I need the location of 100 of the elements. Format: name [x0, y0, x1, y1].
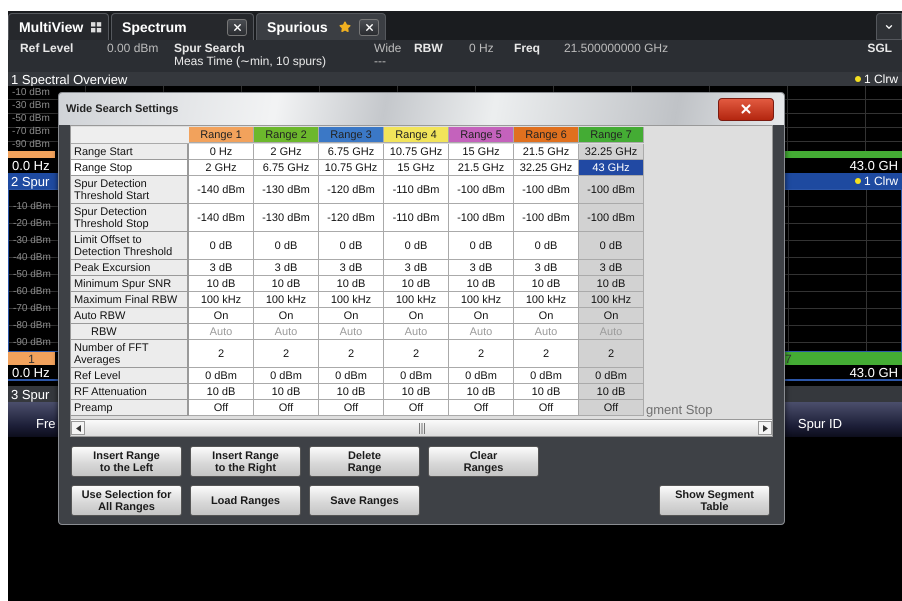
- table-cell[interactable]: -100 dBm: [579, 176, 644, 204]
- table-cell[interactable]: 100 kHz: [579, 292, 644, 308]
- table-cell[interactable]: -140 dBm: [189, 204, 254, 232]
- table-cell[interactable]: On: [514, 308, 579, 324]
- table-cell[interactable]: 3 dB: [254, 260, 319, 276]
- table-cell[interactable]: 10 dB: [384, 276, 449, 292]
- grip-icon[interactable]: [418, 422, 424, 434]
- table-cell[interactable]: 10 dB: [579, 384, 644, 400]
- column-header[interactable]: Range 7: [579, 127, 644, 143]
- table-cell[interactable]: 21.5 GHz: [514, 144, 579, 160]
- table-cell[interactable]: 2: [384, 340, 449, 368]
- table-cell[interactable]: 10 dB: [579, 276, 644, 292]
- close-button[interactable]: [718, 98, 774, 120]
- table-cell[interactable]: 10 dB: [514, 384, 579, 400]
- table-cell[interactable]: 3 dB: [319, 260, 384, 276]
- table-cell[interactable]: On: [384, 308, 449, 324]
- table-cell[interactable]: -120 dBm: [319, 176, 384, 204]
- dialog-button[interactable]: Load Ranges: [190, 485, 301, 516]
- table-cell[interactable]: 2 GHz: [189, 160, 254, 176]
- table-cell[interactable]: 0 dBm: [579, 368, 644, 384]
- dialog-button[interactable]: Insert Range to the Right: [190, 446, 301, 477]
- table-cell[interactable]: 10 dB: [514, 276, 579, 292]
- table-cell[interactable]: -120 dBm: [319, 204, 384, 232]
- table-cell[interactable]: 2: [514, 340, 579, 368]
- tab[interactable]: MultiView: [8, 13, 109, 40]
- table-cell[interactable]: 0 dB: [514, 232, 579, 260]
- dialog-button[interactable]: Clear Ranges: [428, 446, 539, 477]
- table-cell[interactable]: 10 dB: [449, 276, 514, 292]
- dialog-button[interactable]: Show Segment Table: [659, 485, 770, 516]
- table-cell[interactable]: 10 dB: [254, 276, 319, 292]
- tab[interactable]: Spectrum: [111, 13, 254, 40]
- table-cell[interactable]: 100 kHz: [384, 292, 449, 308]
- table-cell[interactable]: 0 dB: [579, 232, 644, 260]
- table-cell[interactable]: Off: [384, 400, 449, 416]
- table-cell[interactable]: 0 dBm: [384, 368, 449, 384]
- table-cell[interactable]: On: [579, 308, 644, 324]
- table-cell[interactable]: 2: [254, 340, 319, 368]
- table-cell[interactable]: On: [254, 308, 319, 324]
- table-cell[interactable]: 0 dB: [189, 232, 254, 260]
- table-cell[interactable]: 100 kHz: [449, 292, 514, 308]
- table-cell[interactable]: 15 GHz: [449, 144, 514, 160]
- table-cell[interactable]: 32.25 GHz: [579, 144, 644, 160]
- close-button[interactable]: [227, 18, 247, 36]
- column-header[interactable]: Range 2: [254, 127, 319, 143]
- table-cell[interactable]: On: [189, 308, 254, 324]
- scroll-right-button[interactable]: [758, 421, 772, 435]
- table-cell[interactable]: 2: [189, 340, 254, 368]
- table-cell[interactable]: 100 kHz: [514, 292, 579, 308]
- table-cell[interactable]: 0 dB: [384, 232, 449, 260]
- table-cell[interactable]: 15 GHz: [384, 160, 449, 176]
- close-button[interactable]: [359, 18, 379, 36]
- table-cell[interactable]: Off: [579, 400, 644, 416]
- table-cell[interactable]: -100 dBm: [514, 176, 579, 204]
- dialog-button[interactable]: Delete Range: [309, 446, 420, 477]
- table-cell[interactable]: 2: [579, 340, 644, 368]
- table-cell[interactable]: 10 dB: [449, 384, 514, 400]
- table-cell[interactable]: Off: [319, 400, 384, 416]
- table-cell[interactable]: -100 dBm: [449, 204, 514, 232]
- table-cell[interactable]: 0 dB: [449, 232, 514, 260]
- table-cell[interactable]: -130 dBm: [254, 176, 319, 204]
- table-cell[interactable]: 10 dB: [189, 384, 254, 400]
- table-cell[interactable]: 32.25 GHz: [514, 160, 579, 176]
- table-cell[interactable]: -100 dBm: [579, 204, 644, 232]
- column-header[interactable]: Range 5: [449, 127, 514, 143]
- table-cell[interactable]: 6.75 GHz: [254, 160, 319, 176]
- table-cell[interactable]: 0 dBm: [449, 368, 514, 384]
- column-header[interactable]: Range 1: [189, 127, 254, 143]
- table-cell[interactable]: 10 dB: [384, 384, 449, 400]
- table-cell[interactable]: 0 dB: [254, 232, 319, 260]
- table-cell[interactable]: 10.75 GHz: [384, 144, 449, 160]
- table-cell[interactable]: Off: [514, 400, 579, 416]
- table-cell[interactable]: 2: [319, 340, 384, 368]
- table-cell[interactable]: 3 dB: [579, 260, 644, 276]
- table-cell[interactable]: 100 kHz: [254, 292, 319, 308]
- table-cell[interactable]: 6.75 GHz: [319, 144, 384, 160]
- column-header[interactable]: Range 4: [384, 127, 449, 143]
- table-cell[interactable]: Off: [189, 400, 254, 416]
- table-cell[interactable]: 10 dB: [254, 384, 319, 400]
- table-cell[interactable]: -140 dBm: [189, 176, 254, 204]
- table-cell[interactable]: Off: [449, 400, 514, 416]
- table-cell[interactable]: 0 dBm: [189, 368, 254, 384]
- table-cell[interactable]: 10 dB: [189, 276, 254, 292]
- table-cell[interactable]: 0 Hz: [189, 144, 254, 160]
- table-cell[interactable]: 10 dB: [319, 276, 384, 292]
- column-header[interactable]: Range 6: [514, 127, 579, 143]
- table-cell[interactable]: 0 dBm: [254, 368, 319, 384]
- dialog-button[interactable]: Insert Range to the Left: [71, 446, 182, 477]
- table-cell[interactable]: 3 dB: [449, 260, 514, 276]
- table-cell[interactable]: On: [449, 308, 514, 324]
- table-cell[interactable]: 0 dB: [319, 232, 384, 260]
- table-cell[interactable]: 3 dB: [189, 260, 254, 276]
- table-cell[interactable]: 100 kHz: [319, 292, 384, 308]
- table-cell[interactable]: -100 dBm: [514, 204, 579, 232]
- table-cell[interactable]: On: [319, 308, 384, 324]
- table-cell[interactable]: -110 dBm: [384, 204, 449, 232]
- table-cell[interactable]: -100 dBm: [449, 176, 514, 204]
- table-cell[interactable]: 3 dB: [514, 260, 579, 276]
- table-cell[interactable]: 2: [449, 340, 514, 368]
- table-cell[interactable]: -130 dBm: [254, 204, 319, 232]
- horizontal-scrollbar[interactable]: [71, 419, 772, 436]
